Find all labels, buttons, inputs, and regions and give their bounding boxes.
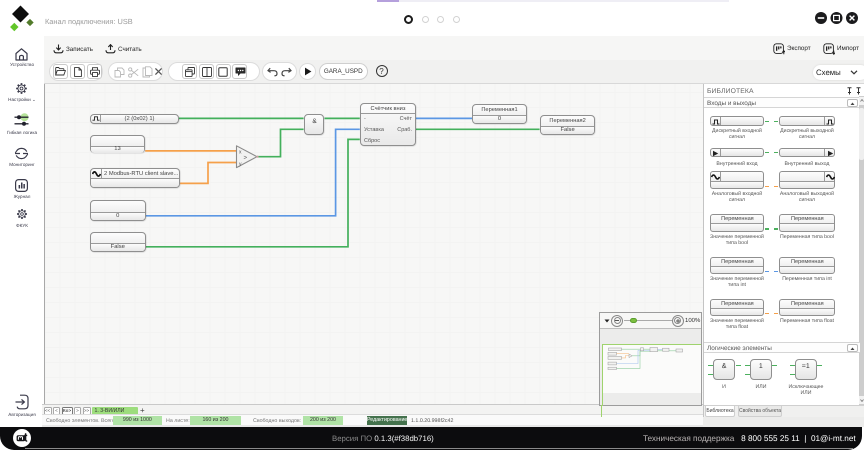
svg-text:>: > bbox=[244, 156, 248, 162]
